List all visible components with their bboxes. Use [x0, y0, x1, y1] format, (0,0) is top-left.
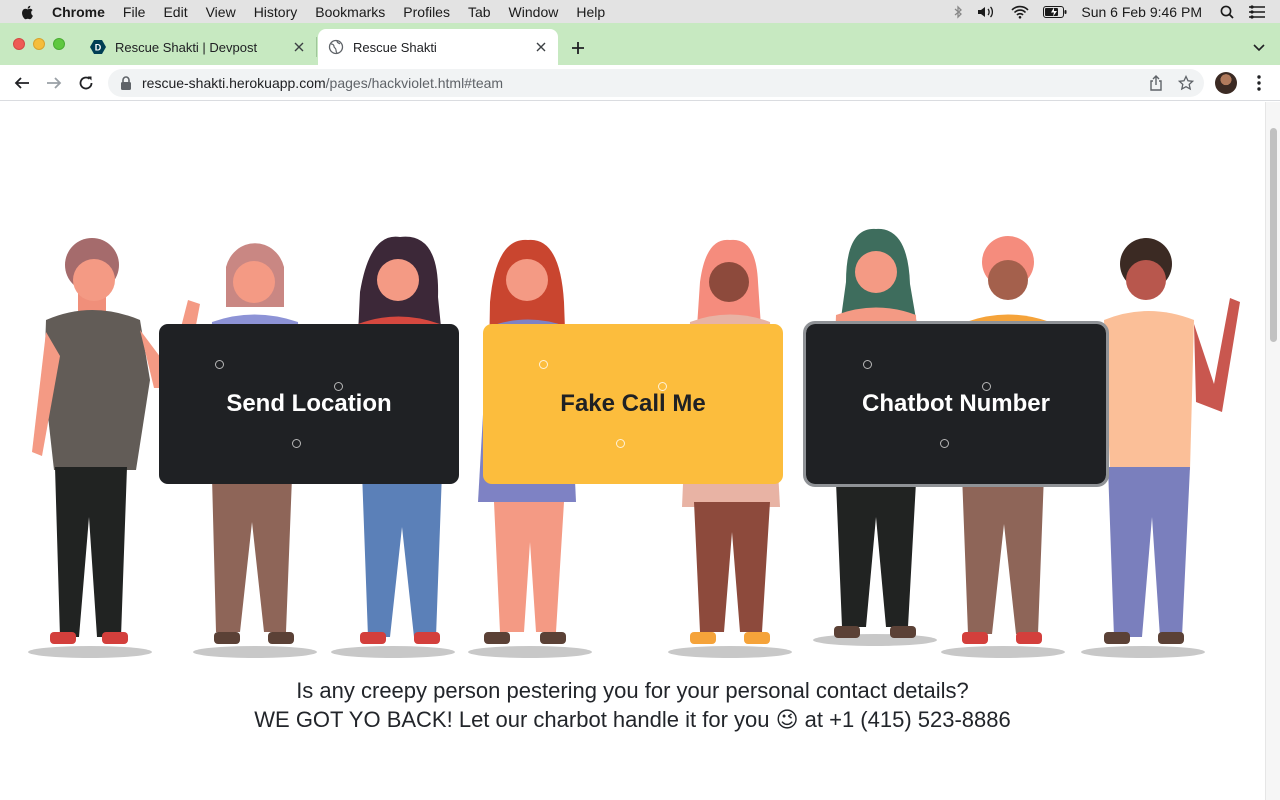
tab-close-icon[interactable]: [533, 39, 549, 55]
tab-separator: [316, 37, 317, 57]
menu-app-name[interactable]: Chrome: [52, 4, 105, 20]
menu-view[interactable]: View: [206, 4, 236, 20]
globe-icon: [328, 39, 344, 55]
devpost-icon: D: [90, 40, 106, 54]
menu-clock[interactable]: Sun 6 Feb 9:46 PM: [1081, 4, 1202, 20]
send-location-button[interactable]: Send Location: [159, 324, 459, 484]
chatbot-number-label: Chatbot Number: [862, 390, 1050, 417]
new-tab-plus-icon[interactable]: [568, 38, 588, 58]
page-viewport: Send Location Fake Call Me Chatbot Numbe…: [0, 102, 1265, 800]
window-zoom-button[interactable]: [53, 38, 65, 50]
spotlight-search-icon[interactable]: [1220, 5, 1234, 19]
control-center-icon[interactable]: [1248, 4, 1266, 19]
ripple-dot: [215, 360, 224, 369]
battery-charging-icon[interactable]: [1043, 5, 1067, 18]
chatbot-number-button[interactable]: Chatbot Number: [803, 321, 1109, 487]
profile-avatar[interactable]: [1215, 72, 1237, 94]
ripple-dot: [539, 360, 548, 369]
wifi-icon[interactable]: [1011, 5, 1029, 19]
window-close-button[interactable]: [13, 38, 25, 50]
volume-icon[interactable]: [977, 5, 997, 19]
tab-title: Rescue Shakti: [353, 39, 437, 55]
bluetooth-icon[interactable]: [953, 4, 963, 19]
svg-text:D: D: [95, 43, 102, 53]
ripple-dot: [863, 360, 872, 369]
person-8: [1104, 238, 1240, 644]
ripple-dot: [616, 439, 625, 448]
ripple-dot: [982, 382, 991, 391]
browser-toolbar: rescue-shakti.herokuapp.com/pages/hackvi…: [0, 65, 1280, 101]
scrollbar-thumb[interactable]: [1270, 128, 1277, 342]
menu-profiles[interactable]: Profiles: [403, 4, 450, 20]
back-arrow-icon[interactable]: [12, 73, 32, 93]
apple-logo-icon[interactable]: [20, 4, 36, 20]
tagline-line-1: Is any creepy person pestering you for y…: [296, 678, 969, 703]
tab-title: Rescue Shakti | Devpost: [115, 39, 258, 55]
url-path: /pages/hackviolet.html#team: [325, 75, 504, 91]
window-minimize-button[interactable]: [33, 38, 45, 50]
tab-devpost[interactable]: D Rescue Shakti | Devpost: [80, 29, 316, 65]
bookmark-star-icon[interactable]: [1178, 75, 1194, 91]
macos-menu-bar: Chrome File Edit View History Bookmarks …: [0, 0, 1280, 23]
tab-rescue-shakti[interactable]: Rescue Shakti: [318, 29, 558, 65]
forward-arrow-icon[interactable]: [44, 73, 64, 93]
tab-search-chevron-icon[interactable]: [1252, 40, 1266, 54]
menu-tab[interactable]: Tab: [468, 4, 491, 20]
ripple-dot: [334, 382, 343, 391]
menu-file[interactable]: File: [123, 4, 146, 20]
ripple-dot: [658, 382, 667, 391]
menu-edit[interactable]: Edit: [163, 4, 187, 20]
fake-call-me-button[interactable]: Fake Call Me: [483, 324, 783, 484]
tagline-line-2: WE GOT YO BACK! Let our charbot handle i…: [254, 707, 1011, 732]
browser-tab-strip: D Rescue Shakti | Devpost Rescue Shakti: [0, 23, 1280, 65]
chatbot-tagline: Is any creepy person pestering you for y…: [0, 676, 1265, 734]
menu-window[interactable]: Window: [509, 4, 559, 20]
page-scrollbar[interactable]: [1265, 102, 1280, 800]
fake-call-me-label: Fake Call Me: [560, 390, 706, 417]
lock-icon[interactable]: [120, 76, 132, 90]
chrome-menu-kebab-icon[interactable]: [1250, 74, 1268, 92]
send-location-label: Send Location: [226, 390, 392, 417]
share-icon[interactable]: [1148, 75, 1164, 91]
menu-bookmarks[interactable]: Bookmarks: [315, 4, 385, 20]
menu-history[interactable]: History: [254, 4, 298, 20]
reload-icon[interactable]: [76, 73, 96, 93]
tab-close-icon[interactable]: [291, 39, 307, 55]
ripple-dot: [292, 439, 301, 448]
ripple-dot: [940, 439, 949, 448]
url-host: rescue-shakti.herokuapp.com: [142, 75, 326, 91]
address-bar[interactable]: rescue-shakti.herokuapp.com/pages/hackvi…: [108, 69, 1204, 97]
menu-help[interactable]: Help: [576, 4, 605, 20]
